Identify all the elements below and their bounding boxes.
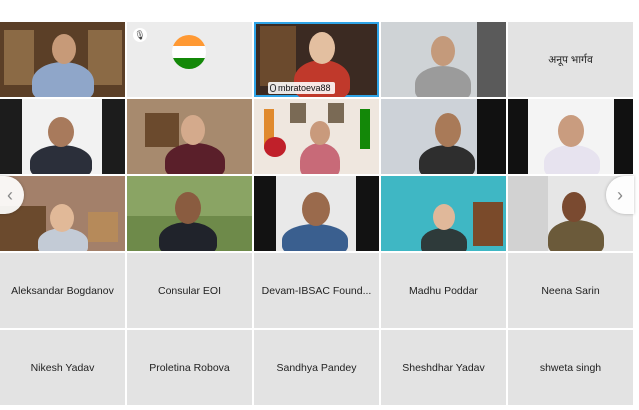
video-tile[interactable] [381,22,506,97]
participant-name: Madhu Poddar [409,284,478,297]
participant-name: Neena Sarin [541,284,600,297]
name-tile[interactable]: Aleksandar Bogdanov [0,253,125,328]
participant-name: Consular EOI [157,284,222,297]
name-tile[interactable]: Nikesh Yadav [0,330,125,405]
video-tile[interactable] [254,99,379,174]
video-tile[interactable]: 🎙 [127,22,252,97]
video-tile[interactable] [0,99,125,174]
speaker-name-label: mbratoeva88 [268,82,335,94]
name-tile[interactable]: अनूप भार्गव [508,22,633,97]
video-tile[interactable] [127,99,252,174]
name-tile[interactable]: Sheshdhar Yadav [381,330,506,405]
name-tile[interactable]: Neena Sarin [508,253,633,328]
microphone-icon [270,84,276,92]
participant-name: Nikesh Yadav [30,361,95,374]
video-tile-active-speaker[interactable]: mbratoeva88 [254,22,379,97]
video-tile[interactable] [127,176,252,251]
participant-name: Aleksandar Bogdanov [11,284,114,297]
video-tile[interactable] [254,176,379,251]
chevron-left-icon: ‹ [7,184,13,205]
name-tile[interactable]: shweta singh [508,330,633,405]
participant-name: Devam-IBSAC Found... [261,284,372,297]
name-tile[interactable]: Devam-IBSAC Found... [254,253,379,328]
video-tile[interactable] [381,176,506,251]
name-tile[interactable]: Sandhya Pandey [254,330,379,405]
name-tile[interactable]: Proletina Robova [127,330,252,405]
microphone-muted-icon: 🎙 [133,28,147,42]
participant-grid: 🎙 mbratoeva88 अनूप भार्गव Aleksandar Bog… [0,22,633,406]
participant-name: Sheshdhar Yadav [402,361,485,374]
participant-name: shweta singh [539,361,602,374]
india-flag-icon [172,35,206,69]
name-tile[interactable]: Madhu Poddar [381,253,506,328]
name-tile[interactable]: Consular EOI [127,253,252,328]
video-tile[interactable] [508,99,633,174]
chevron-right-icon: › [617,184,623,205]
participant-name: अनूप भार्गव [548,53,593,66]
participant-name: Proletina Robova [149,361,230,374]
video-tile[interactable] [0,22,125,97]
video-tile[interactable] [381,99,506,174]
participant-name: Sandhya Pandey [276,361,357,374]
